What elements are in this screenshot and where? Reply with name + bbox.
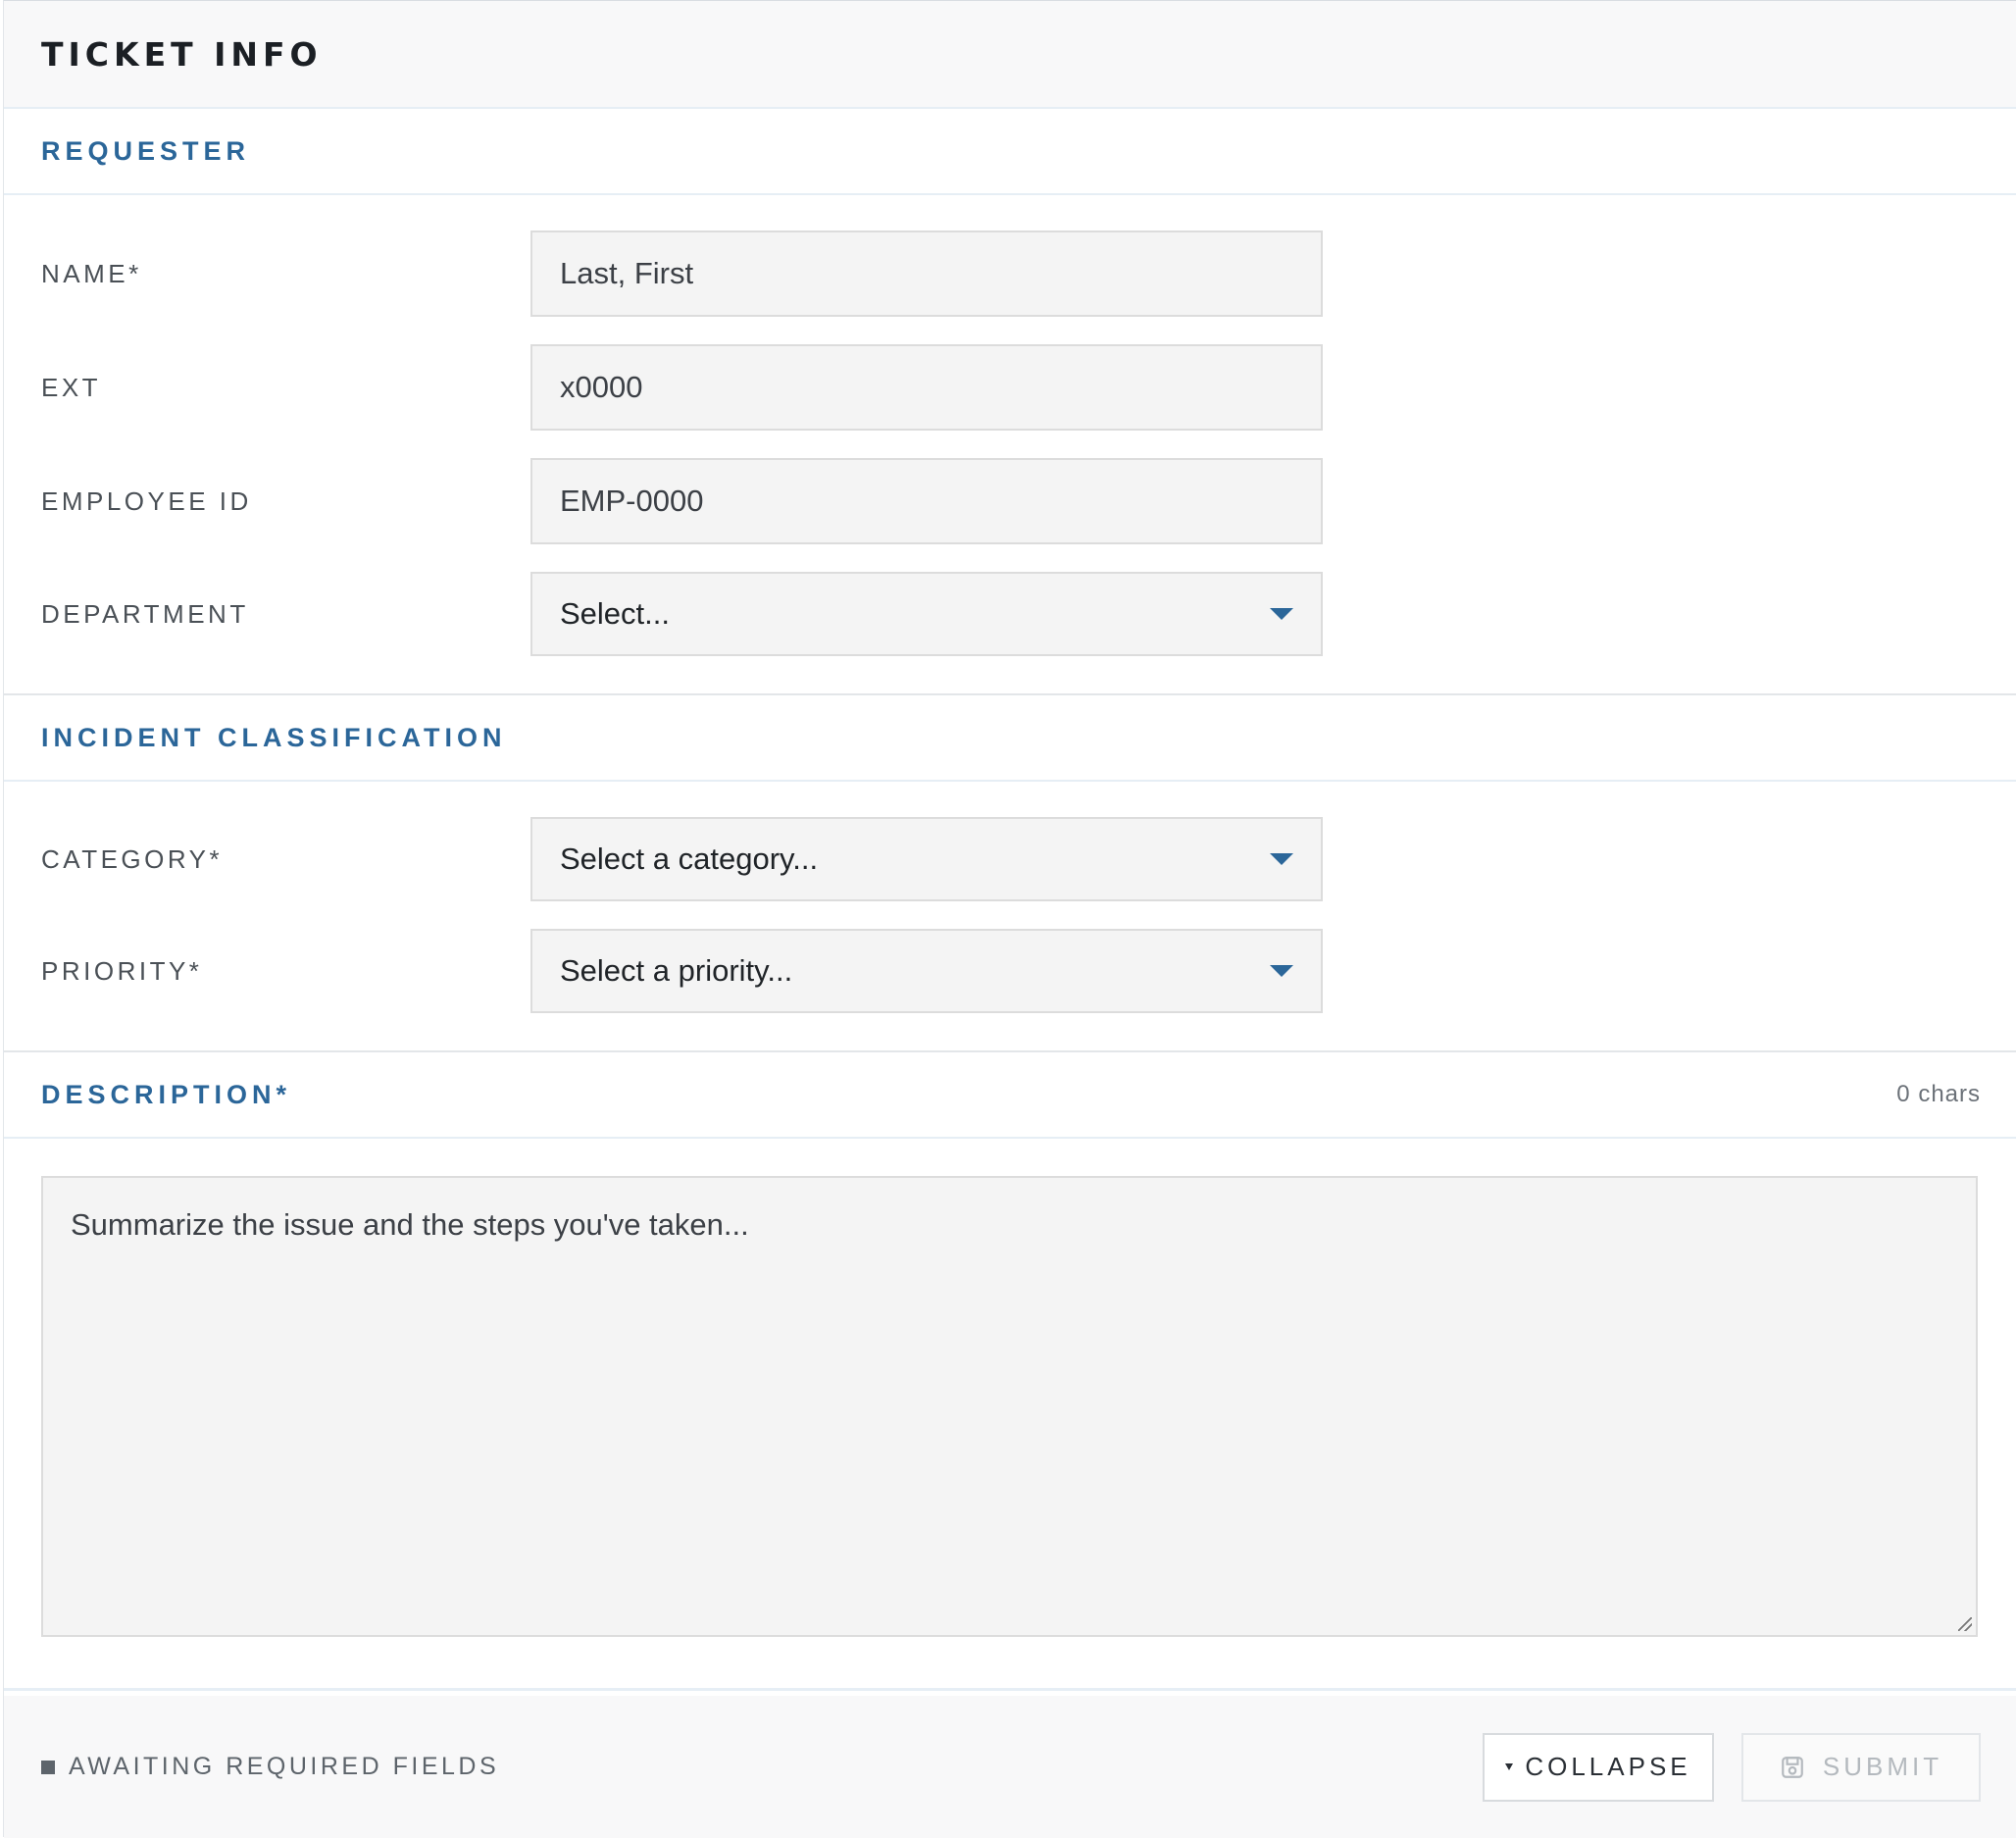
department-row: DEPARTMENT Select... xyxy=(41,572,1979,656)
employee-id-label: EMPLOYEE ID xyxy=(41,485,252,516)
char-count: 0 chars xyxy=(1896,1081,1981,1107)
description-section-body: Summarize the issue and the steps you've… xyxy=(4,1139,2016,1691)
ext-row: EXT x0000 xyxy=(41,344,1979,431)
priority-row: PRIORITY* Select a priority... xyxy=(41,929,1979,1013)
department-select[interactable]: Select... xyxy=(530,572,1323,656)
caret-down-icon xyxy=(1270,853,1293,865)
employee-id-row: EMPLOYEE ID EMP-0000 xyxy=(41,458,1979,544)
requester-section-header: REQUESTER xyxy=(4,109,2016,195)
employee-id-input[interactable]: EMP-0000 xyxy=(530,458,1323,544)
triangle-down-icon xyxy=(1505,1763,1514,1770)
description-section-header: DESCRIPTION* 0 chars xyxy=(4,1052,2016,1139)
name-row: NAME* Last, First xyxy=(41,230,1979,317)
submit-button-label: SUBMIT xyxy=(1822,1752,1943,1781)
requester-section-title: REQUESTER xyxy=(41,135,251,166)
status-indicator: AWAITING REQUIRED FIELDS xyxy=(41,1753,1483,1781)
submit-button[interactable]: SUBMIT xyxy=(1741,1732,1981,1802)
ext-input[interactable]: x0000 xyxy=(530,344,1323,431)
description-placeholder: Summarize the issue and the steps you've… xyxy=(71,1207,749,1242)
description-textarea[interactable]: Summarize the issue and the steps you've… xyxy=(41,1176,1978,1637)
save-icon xyxy=(1782,1756,1803,1778)
status-text: AWAITING REQUIRED FIELDS xyxy=(69,1753,500,1780)
status-square-icon xyxy=(41,1760,55,1774)
panel-header: TICKET INFO xyxy=(4,1,2016,109)
resize-handle-icon[interactable] xyxy=(1958,1617,1972,1631)
incident-section-title: INCIDENT CLASSIFICATION xyxy=(41,722,507,752)
incident-section-body: CATEGORY* Select a category... PRIORITY*… xyxy=(4,782,2016,1052)
name-label: NAME* xyxy=(41,258,142,288)
incident-section-header: INCIDENT CLASSIFICATION xyxy=(4,695,2016,782)
collapse-button-label: COLLAPSE xyxy=(1525,1752,1691,1781)
ticket-info-panel: TICKET INFO REQUESTER NAME* Last, First … xyxy=(3,0,2016,1838)
panel-title: TICKET INFO xyxy=(41,34,323,74)
department-selected-value: Select... xyxy=(560,596,670,631)
category-select[interactable]: Select a category... xyxy=(530,817,1323,901)
caret-down-icon xyxy=(1270,965,1293,977)
priority-label: PRIORITY* xyxy=(41,955,203,986)
name-input[interactable]: Last, First xyxy=(530,230,1323,317)
panel-footer: AWAITING REQUIRED FIELDS COLLAPSE SUBMIT xyxy=(4,1696,2016,1838)
department-label: DEPARTMENT xyxy=(41,598,249,629)
category-label: CATEGORY* xyxy=(41,843,224,874)
caret-down-icon xyxy=(1270,608,1293,620)
category-row: CATEGORY* Select a category... xyxy=(41,817,1979,901)
ext-label: EXT xyxy=(41,372,102,402)
priority-selected-value: Select a priority... xyxy=(560,953,793,988)
description-section-title: DESCRIPTION* xyxy=(41,1079,292,1109)
requester-section-body: NAME* Last, First EXT x0000 EMPLOYEE ID … xyxy=(4,195,2016,695)
collapse-button[interactable]: COLLAPSE xyxy=(1483,1732,1714,1802)
priority-select[interactable]: Select a priority... xyxy=(530,929,1323,1013)
category-selected-value: Select a category... xyxy=(560,842,819,876)
